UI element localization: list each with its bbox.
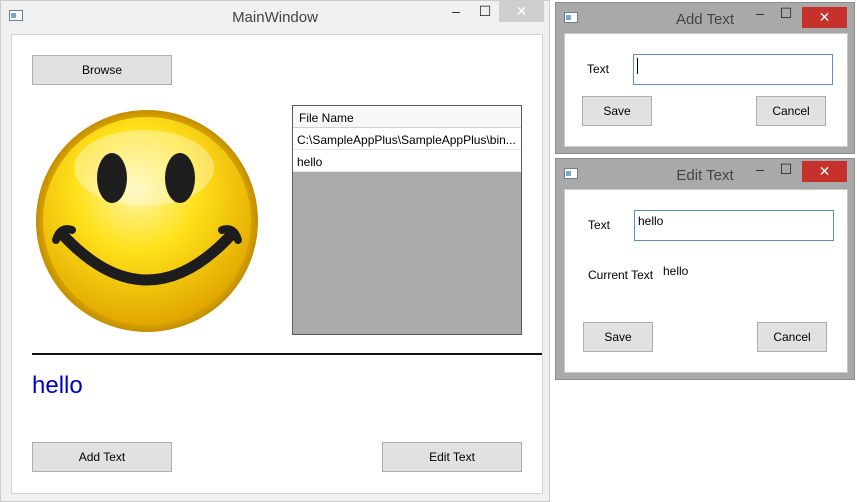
text-label: Text [588,218,611,232]
cancel-button[interactable]: Cancel [757,322,827,352]
close-button[interactable]: ✕ [802,161,847,182]
save-button[interactable]: Save [582,96,652,126]
current-text-label: Current Text [588,268,654,282]
close-button[interactable]: ✕ [499,1,544,22]
file-list-view[interactable]: File Name C:\SampleAppPlus\SampleAppPlus… [292,105,522,335]
main-titlebar[interactable]: MainWindow ‒ ☐ ✕ [1,1,549,31]
browse-button[interactable]: Browse [32,55,172,85]
smiley-face-icon [36,110,258,332]
add-text-input[interactable] [633,54,833,85]
edit-text-titlebar[interactable]: Edit Text ‒ ☐ ✕ [556,159,854,189]
text-label: Text [587,62,610,76]
file-list-item[interactable]: C:\SampleAppPlus\SampleAppPlus\bin... [293,128,521,150]
close-button[interactable]: ✕ [802,7,847,28]
add-text-dialog: Add Text ‒ ☐ ✕ Text Save Cancel [555,2,855,154]
add-text-titlebar[interactable]: Add Text ‒ ☐ ✕ [556,3,854,33]
minimize-button[interactable]: ‒ [748,159,772,180]
file-name-column-header[interactable]: File Name [293,106,521,128]
add-text-button[interactable]: Add Text [32,442,172,472]
add-text-client-area [564,33,848,147]
edit-text-dialog: Edit Text ‒ ☐ ✕ Text hello Current Text … [555,158,855,380]
separator-line [32,353,542,355]
maximize-button[interactable]: ☐ [774,3,798,24]
maximize-button[interactable]: ☐ [471,1,499,22]
minimize-button[interactable]: ‒ [748,3,772,24]
current-text-value: hello [663,264,689,278]
main-window: MainWindow ‒ ☐ ✕ Browse File Name C:\Sam… [0,0,550,502]
maximize-button[interactable]: ☐ [774,159,798,180]
file-list-item[interactable]: hello [293,150,521,172]
edit-text-input[interactable]: hello [634,210,834,241]
edit-text-button[interactable]: Edit Text [382,442,522,472]
text-caret [637,58,638,74]
save-button[interactable]: Save [583,322,653,352]
cancel-button[interactable]: Cancel [756,96,826,126]
minimize-button[interactable]: ‒ [441,1,471,22]
display-text: hello [32,372,83,399]
